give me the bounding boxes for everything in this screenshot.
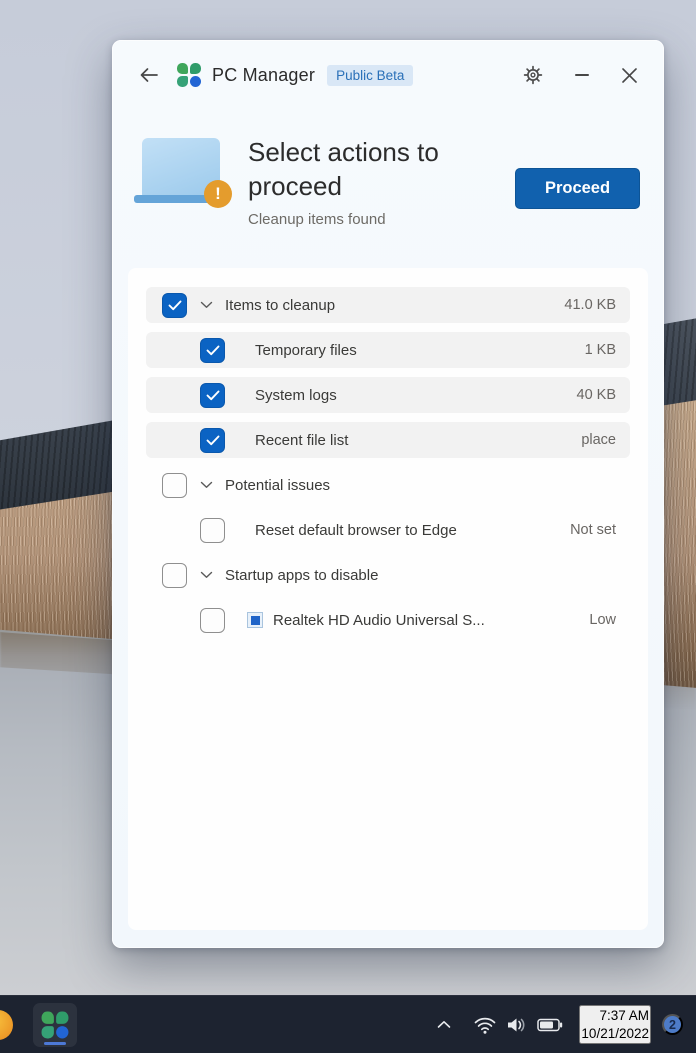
page-title: Select actions to proceed [248, 136, 473, 204]
wifi-icon [473, 1015, 497, 1035]
pc-manager-window: PC Manager Public Beta [112, 40, 664, 948]
item-row-system-logs[interactable]: System logs 40 KB [146, 377, 630, 413]
tray-overflow-button[interactable] [437, 1020, 451, 1029]
row-value: Low [589, 612, 616, 628]
battery-button[interactable] [537, 1018, 563, 1032]
item-row-realtek-hd-audio-universal-s[interactable]: Realtek HD Audio Universal S... Low [146, 602, 630, 638]
public-beta-badge: Public Beta [327, 65, 413, 86]
realtek-app-icon [247, 612, 263, 628]
item-row-temporary-files[interactable]: Temporary files 1 KB [146, 332, 630, 368]
checkmark-icon [168, 300, 182, 311]
pc-manager-logo-icon [42, 1011, 69, 1038]
row-value: place [581, 432, 616, 448]
system-tray: 7:37 AM 10/21/2022 2 [437, 996, 696, 1053]
group-row-startup-apps-to-disable[interactable]: Startup apps to disable [146, 557, 630, 593]
row-label: Realtek HD Audio Universal S... [273, 612, 485, 629]
partial-app-icon[interactable] [0, 1010, 13, 1040]
checkmark-icon [206, 345, 220, 356]
checkbox[interactable] [200, 338, 225, 363]
chevron-down-icon[interactable] [200, 301, 213, 309]
item-row-recent-file-list[interactable]: Recent file list place [146, 422, 630, 458]
checkbox[interactable] [200, 608, 225, 633]
checkbox[interactable] [200, 518, 225, 543]
laptop-warning-icon: ! [134, 138, 234, 224]
volume-button[interactable] [506, 1016, 528, 1034]
clock[interactable]: 7:37 AM 10/21/2022 [579, 1005, 651, 1044]
app-title: PC Manager [212, 65, 315, 86]
row-value: 40 KB [577, 387, 617, 403]
checkbox[interactable] [200, 428, 225, 453]
taskbar: 7:37 AM 10/21/2022 2 [0, 995, 696, 1053]
gear-icon [523, 65, 543, 85]
pc-manager-logo-icon [177, 63, 201, 87]
warning-exclamation-icon: ! [204, 180, 232, 208]
proceed-button[interactable]: Proceed [515, 168, 640, 209]
wifi-button[interactable] [473, 1015, 497, 1035]
close-button[interactable] [621, 67, 638, 84]
chevron-down-icon[interactable] [200, 481, 213, 489]
notification-badge[interactable]: 2 [662, 1014, 683, 1035]
row-value: 1 KB [585, 342, 616, 358]
row-label: Reset default browser to Edge [255, 522, 457, 539]
cleanup-header: ! Select actions to proceed Cleanup item… [112, 110, 664, 228]
chevron-down-icon[interactable] [200, 571, 213, 579]
group-row-items-to-cleanup[interactable]: Items to cleanup 41.0 KB [146, 287, 630, 323]
chevron-up-icon [437, 1020, 451, 1029]
taskbar-pc-manager-button[interactable] [33, 1003, 77, 1047]
row-label: Recent file list [255, 432, 348, 449]
cleanup-list: Items to cleanup 41.0 KB Temporary files… [128, 268, 648, 930]
checkmark-icon [206, 435, 220, 446]
window-controls [523, 65, 638, 85]
tray-date: 10/21/2022 [581, 1025, 649, 1043]
row-value: 41.0 KB [564, 297, 616, 313]
checkmark-icon [206, 390, 220, 401]
battery-icon [537, 1018, 563, 1032]
row-label: Temporary files [255, 342, 357, 359]
row-label: System logs [255, 387, 337, 404]
minimize-icon [575, 74, 589, 76]
close-icon [621, 67, 638, 84]
titlebar: PC Manager Public Beta [112, 40, 664, 110]
header-text: Select actions to proceed Cleanup items … [248, 136, 473, 228]
speaker-icon [506, 1016, 528, 1034]
group-row-potential-issues[interactable]: Potential issues [146, 467, 630, 503]
settings-button[interactable] [523, 65, 543, 85]
item-row-reset-default-browser-to-edge[interactable]: Reset default browser to Edge Not set [146, 512, 630, 548]
row-label: Potential issues [225, 477, 330, 494]
row-label: Items to cleanup [225, 297, 335, 314]
back-button[interactable] [138, 65, 160, 85]
row-label: Startup apps to disable [225, 567, 378, 584]
checkbox[interactable] [162, 563, 187, 588]
row-value: Not set [570, 522, 616, 538]
back-arrow-icon [138, 65, 160, 85]
checkbox[interactable] [200, 383, 225, 408]
minimize-button[interactable] [575, 74, 589, 76]
page-subtitle: Cleanup items found [248, 211, 473, 228]
taskbar-left [0, 996, 77, 1053]
checkbox[interactable] [162, 473, 187, 498]
tray-time: 7:37 AM [581, 1007, 649, 1025]
checkbox[interactable] [162, 293, 187, 318]
running-app-indicator [44, 1042, 66, 1045]
